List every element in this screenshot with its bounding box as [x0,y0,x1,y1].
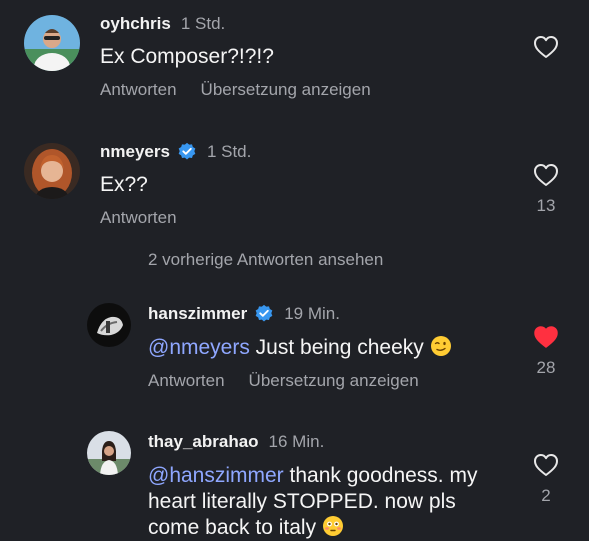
comment-text: @nmeyers Just being cheeky [148,335,452,361]
like-count: 2 [541,486,551,505]
view-previous-replies-button[interactable]: 2 vorherige Antworten ansehen [148,250,383,270]
avatar-thay-abrahao-image [87,431,131,475]
comment-text-body: Just being cheeky [249,336,430,359]
comment-meta: nmeyers 1 Std. [100,142,251,162]
like-count: 28 [536,358,556,377]
comment-text-line-1: thank goodness. my [283,464,478,487]
heart-filled-icon[interactable] [533,325,559,349]
mention-link[interactable]: @nmeyers [148,336,250,359]
username[interactable]: thay_abrahao [148,432,259,452]
reply-button[interactable]: Antworten [100,208,177,228]
like-control [526,35,566,59]
like-count: 13 [536,196,556,215]
flushed-face-emoji [322,516,343,536]
avatar[interactable] [87,303,131,347]
winking-face-emoji [430,336,451,356]
username[interactable]: nmeyers [100,142,170,162]
reply-button[interactable]: Antworten [100,80,177,100]
comment-actions: Antworten [100,208,201,228]
comment-actions: Antworten Übersetzung anzeigen [100,80,395,100]
comment-meta: hanszimmer 19 Min. [148,304,340,324]
avatar[interactable] [24,15,80,71]
comment-text: @hanszimmer thank goodness. my heart lit… [148,463,477,541]
username[interactable]: oyhchris [100,14,171,34]
verified-badge-icon [255,304,273,322]
timestamp: 16 Min. [268,432,325,451]
username[interactable]: hanszimmer [148,304,247,324]
mention-link[interactable]: @hanszimmer [148,464,284,487]
comment-text: Ex Composer?!?!? [100,45,274,68]
like-control: 13 [526,163,566,216]
comment-meta: oyhchris 1 Std. [100,14,225,34]
heart-icon[interactable] [533,35,559,59]
comment-text: Ex?? [100,173,148,196]
heart-icon[interactable] [533,453,559,477]
comment-actions: Antworten Übersetzung anzeigen [148,371,443,391]
like-control: 28 [526,325,566,378]
reply-button[interactable]: Antworten [148,371,225,391]
avatar[interactable] [87,431,131,475]
like-control: 2 [526,453,566,506]
heart-icon[interactable] [533,163,559,187]
comment-text-line-2: heart literally STOPPED. now pls [148,490,456,513]
comment-text-line-3: come back to italy [148,516,322,539]
avatar-oyhchris-image [24,15,80,71]
timestamp: 1 Std. [180,14,226,33]
verified-badge-icon [178,142,196,160]
avatar-nmeyers-image [24,143,80,199]
avatar-hanszimmer-image [87,303,131,347]
timestamp: 19 Min. [284,304,340,323]
timestamp: 1 Std. [206,142,252,161]
show-translation-button[interactable]: Übersetzung anzeigen [249,371,419,391]
avatar[interactable] [24,143,80,199]
comment-meta: thay_abrahao 16 Min. [148,432,324,452]
show-translation-button[interactable]: Übersetzung anzeigen [201,80,371,100]
